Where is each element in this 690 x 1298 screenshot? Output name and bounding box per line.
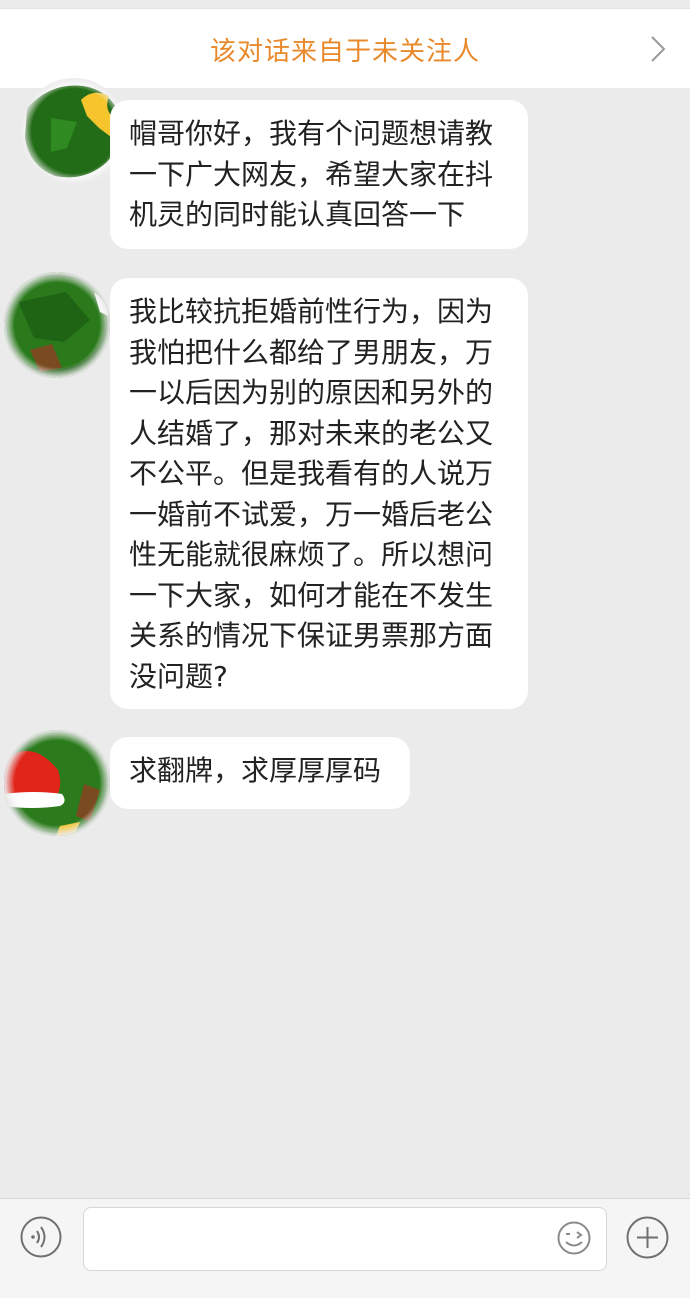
emoji-icon[interactable] xyxy=(557,1221,591,1255)
christmas-tree-avatar-icon xyxy=(4,272,110,378)
sender-avatar[interactable] xyxy=(4,730,110,836)
message-bubble: 我比较抗拒婚前性行为，因为 我怕把什么都给了男朋友，万 一以后因为别的原因和另外… xyxy=(110,278,528,709)
voice-icon[interactable] xyxy=(20,1216,62,1258)
message-input[interactable] xyxy=(83,1207,607,1271)
unfollowed-notice-banner[interactable]: 该对话来自于未关注人 xyxy=(0,8,690,88)
unfollowed-notice-text: 该对话来自于未关注人 xyxy=(209,37,480,67)
christmas-tree-santa-hat-avatar-icon xyxy=(4,730,110,836)
plus-icon[interactable] xyxy=(626,1216,669,1259)
chevron-right-icon xyxy=(651,36,666,62)
message-bubble: 帽哥你好，我有个问题想请教 一下广大网友，希望大家在抖 机灵的同时能认真回答一下 xyxy=(110,100,528,249)
sender-avatar[interactable] xyxy=(4,272,110,378)
message-composer xyxy=(0,1198,690,1298)
message-bubble: 求翻牌，求厚厚厚码 xyxy=(110,737,410,809)
status-strip xyxy=(0,0,690,8)
